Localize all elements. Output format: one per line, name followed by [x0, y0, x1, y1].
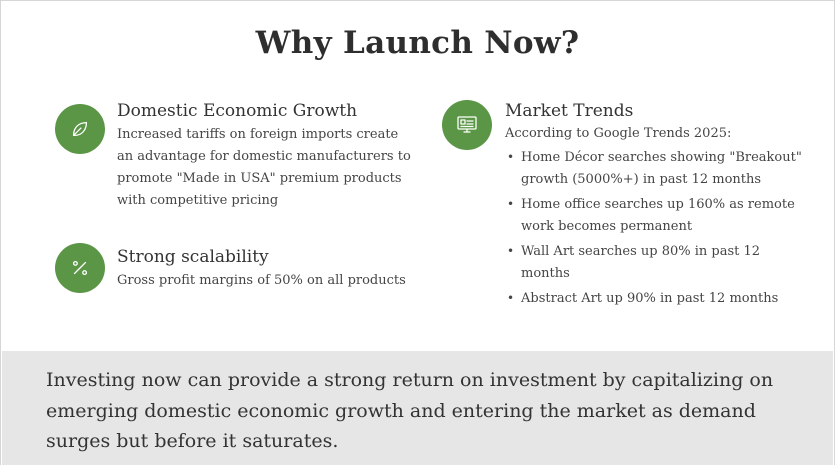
scalability-block: Strong scalability Gross profit margins … [117, 246, 417, 292]
market-trends-block: Market Trends According to Google Trends… [505, 100, 805, 310]
page-title: Why Launch Now? [255, 25, 580, 61]
leaf-icon [72, 121, 88, 137]
summary-banner: Investing now can provide a strong retur… [2, 351, 833, 465]
list-item: Abstract Art up 90% in past 12 months [505, 288, 805, 310]
domestic-growth-title: Domestic Economic Growth [117, 101, 358, 121]
summary-text: Investing now can provide a strong retur… [46, 369, 774, 452]
market-trends-title: Market Trends [505, 101, 634, 121]
slide: Why Launch Now? Domestic Economic Growth… [0, 0, 835, 465]
list-item: Home Décor searches showing "Breakout" g… [505, 147, 805, 190]
market-trends-list: Home Décor searches showing "Breakout" g… [505, 147, 805, 310]
scalability-title: Strong scalability [117, 247, 269, 267]
presentation-icon-badge [442, 100, 492, 150]
percent-icon-badge [55, 243, 105, 293]
market-trends-intro: According to Google Trends 2025: [505, 126, 732, 141]
list-item: Wall Art searches up 80% in past 12 mont… [505, 241, 805, 284]
leaf-icon-badge [55, 104, 105, 154]
domestic-growth-block: Domestic Economic Growth Increased tarif… [117, 100, 417, 212]
percent-icon [72, 260, 88, 276]
scalability-text: Gross profit margins of 50% on all produ… [117, 273, 406, 288]
domestic-growth-text: Increased tariffs on foreign imports cre… [117, 127, 411, 208]
list-item: Home office searches up 160% as remote w… [505, 194, 805, 237]
presentation-icon [457, 116, 477, 133]
